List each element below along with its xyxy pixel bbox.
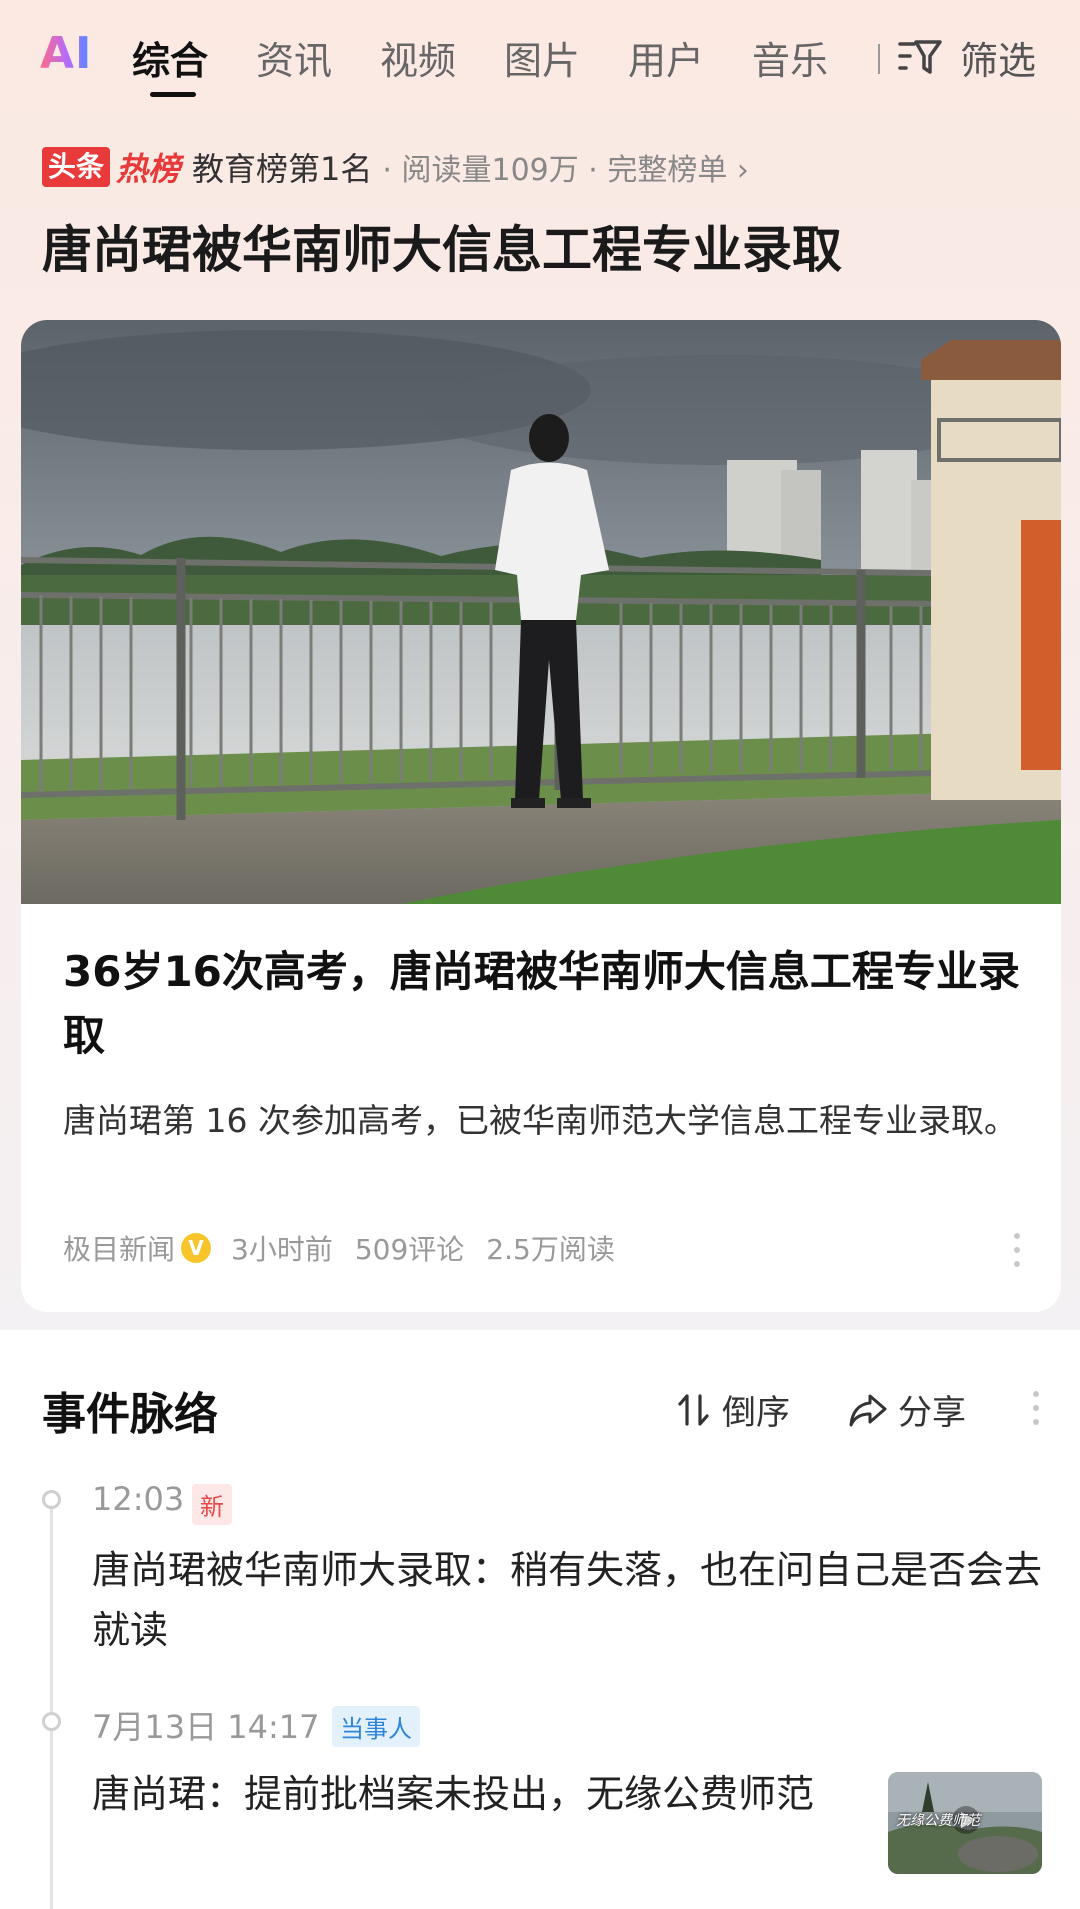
search-tab-bar: AI 综合 资讯 视频 图片 用户 音乐 筛选 [0, 0, 1080, 110]
news-summary: 唐尚珺第 16 次参加高考，已被华南师范大学信息工程专业录取。 [63, 1101, 1017, 1140]
toutiao-badge: 头条 [42, 147, 111, 187]
filter-icon[interactable] [898, 36, 942, 76]
event-time: 7月13日 14:17 [92, 1708, 320, 1746]
hot-rank-label: 教育榜第1名 [192, 150, 373, 188]
share-label: 分享 [898, 1393, 966, 1433]
ai-logo[interactable]: AI [40, 28, 92, 79]
more-options-icon[interactable] [1013, 1232, 1021, 1268]
verified-icon: V [181, 1233, 212, 1263]
sort-icon [678, 1393, 709, 1426]
news-time: 3小时前 [231, 1233, 333, 1266]
timeline-line [50, 1508, 53, 1909]
party-tag: 当事人 [332, 1706, 420, 1747]
section-more-icon[interactable] [1032, 1390, 1040, 1426]
news-source[interactable]: 极目新闻 [63, 1228, 175, 1268]
tab-divider [878, 44, 880, 74]
event-headline[interactable]: 唐尚珺：提前批档案未投出，无缘公费师范 [92, 1764, 852, 1824]
event-time: 12:03 [92, 1480, 185, 1518]
timeline-dot [42, 1712, 61, 1731]
timeline-dot [42, 1490, 61, 1509]
news-comments: 509评论 [354, 1233, 465, 1266]
news-card[interactable]: 36岁16次高考，唐尚珺被华南师大信息工程专业录取 唐尚珺第 16 次参加高考，… [21, 320, 1061, 1312]
share-button[interactable]: 分享 [848, 1385, 966, 1434]
tab-images[interactable]: 图片 [504, 30, 580, 85]
new-tag: 新 [192, 1484, 232, 1525]
event-headline[interactable]: 唐尚珺被华南师大录取：稍有失落，也在问自己是否会去就读 [92, 1540, 1042, 1660]
topic-headline[interactable]: 唐尚珺被华南师大信息工程专业录取 [42, 210, 842, 282]
news-photo[interactable] [21, 320, 1061, 904]
news-reads: 2.5万阅读 [486, 1233, 615, 1266]
timeline-title: 事件脉络 [42, 1389, 218, 1440]
news-meta: 极目新闻 V 3小时前 509评论 2.5万阅读 [63, 1228, 615, 1268]
hot-list-badge: 热榜 [116, 150, 181, 188]
sort-button[interactable]: 倒序 [676, 1385, 790, 1434]
tab-comprehensive[interactable]: 综合 [132, 30, 208, 85]
tab-video[interactable]: 视频 [380, 30, 456, 85]
news-title[interactable]: 36岁16次高考，唐尚珺被华南师大信息工程专业录取 [63, 940, 1023, 1068]
thumbnail-caption: 无缘公费师范 [896, 1813, 980, 1829]
tab-news[interactable]: 资讯 [256, 30, 332, 85]
tab-music[interactable]: 音乐 [752, 30, 828, 85]
share-icon [849, 1394, 887, 1426]
tab-users[interactable]: 用户 [628, 30, 704, 85]
active-tab-indicator [150, 92, 196, 97]
hot-meta-link[interactable]: · 阅读量109万 · 完整榜单 › [382, 145, 748, 189]
hot-list-row[interactable]: 头条 热榜 教育榜第1名 · 阅读量109万 · 完整榜单 › [42, 142, 749, 192]
filter-button[interactable]: 筛选 [960, 30, 1036, 85]
sort-label: 倒序 [722, 1393, 790, 1433]
video-thumbnail[interactable]: 无缘公费师范 [888, 1772, 1042, 1874]
